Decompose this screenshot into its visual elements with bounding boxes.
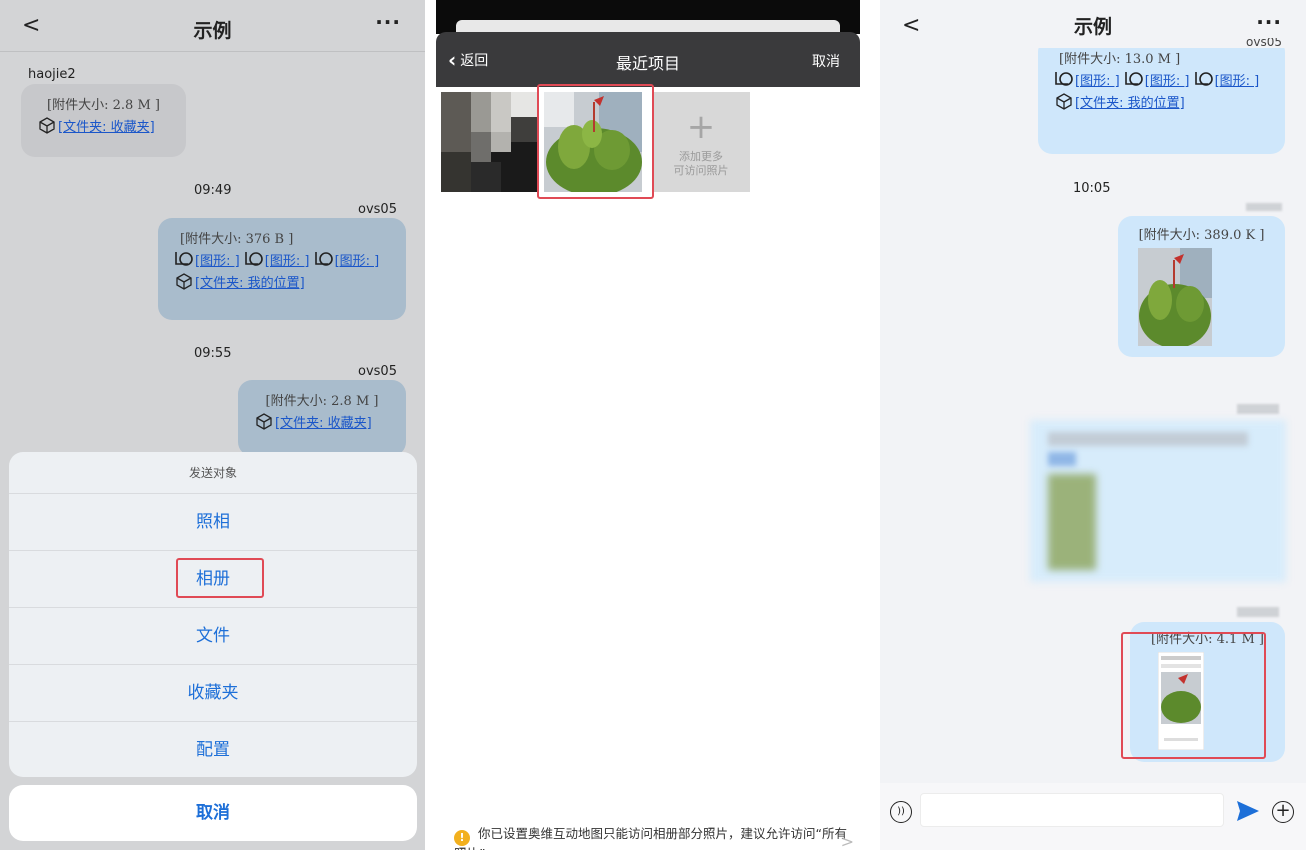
more-button[interactable]: ··· <box>1256 10 1282 34</box>
chat-area: [附件大小: 13.0 M ] [图形: ] [图形: ] [图形: ] [文件… <box>880 0 1306 783</box>
more-button[interactable]: ··· <box>375 10 401 34</box>
message-input[interactable] <box>920 793 1224 827</box>
attachment-size: [附件大小: 2.8 M ] <box>47 98 160 113</box>
picker-nav-bar: ‹ 返回 最近项目 取消 <box>436 32 860 87</box>
shape-link[interactable]: [图形: ] <box>195 254 240 269</box>
sheet-item-favorites[interactable]: 收藏夹 <box>9 665 417 722</box>
warning-icon: ! <box>454 830 470 846</box>
nav-bar: < 示例 ··· <box>0 0 425 52</box>
sheet-title: 发送对象 <box>9 452 417 494</box>
voice-icon[interactable]: )) <box>890 801 912 823</box>
send-action-sheet: 发送对象 照相 相册 文件 收藏夹 配置 <box>9 452 417 777</box>
blurred-image <box>1048 474 1096 570</box>
shape-icon <box>1194 70 1214 88</box>
shape-link[interactable]: [图形: ] <box>1215 74 1260 89</box>
blurred-sender-name <box>1237 404 1279 414</box>
sender-name: haojie2 <box>28 67 76 82</box>
folder-box-icon <box>37 116 57 134</box>
add-more-label: 添加更多 <box>679 150 723 163</box>
message-bubble[interactable]: [附件大小: 389.0 K ] <box>1118 216 1285 357</box>
cancel-button[interactable]: 取消 <box>812 51 840 71</box>
folder-link[interactable]: [文件夹: 我的位置] <box>195 276 305 291</box>
shape-icon <box>174 250 194 268</box>
sheet-item-file[interactable]: 文件 <box>9 608 417 665</box>
attachment-size: [附件大小: 389.0 K ] <box>1138 228 1265 243</box>
notice-text: 你已设置奥维互动地图只能访问相册部分照片，建议允许访问“所有照片” <box>454 826 847 850</box>
nav-bar: < 示例 ··· ovs05 <box>880 0 1306 48</box>
add-more-sublabel: 可访问照片 <box>673 164 729 177</box>
blurred-sender-name <box>1237 607 1279 617</box>
limited-access-notice[interactable]: !你已设置奥维互动地图只能访问相册部分照片，建议允许访问“所有照片” > <box>454 826 854 850</box>
blurred-text <box>1048 432 1248 446</box>
folder-link[interactable]: [文件夹: 收藏夹] <box>275 416 372 431</box>
send-icon[interactable] <box>1234 797 1262 825</box>
message-bubble[interactable]: [附件大小: 2.8 M ] [文件夹: 收藏夹] <box>238 380 406 456</box>
plus-icon: + <box>686 107 716 147</box>
cancel-button[interactable]: 取消 <box>9 785 417 841</box>
timestamp: 09:49 <box>194 183 232 198</box>
timestamp: 10:05 <box>1073 181 1111 196</box>
add-icon[interactable]: + <box>1272 801 1294 823</box>
message-bubble[interactable]: [附件大小: 376 B ] [图形: ] [图形: ] [图形: ] [文件夹… <box>158 218 406 320</box>
message-bubble[interactable]: [附件大小: 13.0 M ] [图形: ] [图形: ] [图形: ] [文件… <box>1038 38 1285 154</box>
blurred-link <box>1048 452 1076 466</box>
attachment-size: [附件大小: 2.8 M ] <box>265 394 379 409</box>
blurred-sender-name <box>1246 203 1282 211</box>
shape-link[interactable]: [图形: ] <box>335 254 380 269</box>
folder-link[interactable]: [文件夹: 我的位置] <box>1075 96 1185 111</box>
highlight-box <box>1121 632 1266 759</box>
photo-thumbnail[interactable] <box>441 92 539 192</box>
shape-icon <box>1054 70 1074 88</box>
highlight-box <box>537 84 654 199</box>
folder-box-icon <box>174 272 194 290</box>
page-title: 示例 <box>193 20 232 42</box>
photo-picker-screen: ‹ 返回 最近项目 取消 + 添加更多 可访问照片 ! 你已设置奥维互动地图只能… <box>436 0 860 850</box>
timestamp: 09:55 <box>194 346 232 361</box>
sheet-item-camera[interactable]: 照相 <box>9 494 417 551</box>
input-bar: )) + <box>880 783 1306 850</box>
shape-icon <box>244 250 264 268</box>
chevron-right-icon: > <box>840 832 854 850</box>
chat-screen-with-send-sheet: < 示例 ··· haojie2 [附件大小: 2.8 M ] [文件夹: 收藏… <box>0 0 425 850</box>
shape-icon <box>314 250 334 268</box>
folder-box-icon <box>1054 92 1074 110</box>
page-title: 示例 <box>1073 16 1112 38</box>
chat-screen-after-send: [附件大小: 13.0 M ] [图形: ] [图形: ] [图形: ] [文件… <box>880 0 1306 850</box>
attachment-size: [附件大小: 13.0 M ] <box>1059 52 1181 67</box>
sender-name: ovs05 <box>1246 38 1282 48</box>
sheet-item-album[interactable]: 相册 <box>9 551 417 608</box>
shape-link[interactable]: [图形: ] <box>1075 74 1120 89</box>
attachment-size: [附件大小: 376 B ] <box>180 232 294 247</box>
sender-name: ovs05 <box>358 364 397 379</box>
shape-link[interactable]: [图形: ] <box>265 254 310 269</box>
folder-box-icon <box>254 412 274 430</box>
folder-link[interactable]: [文件夹: 收藏夹] <box>58 120 155 135</box>
highlight-box <box>176 558 264 598</box>
shape-icon <box>1124 70 1144 88</box>
message-bubble[interactable]: [附件大小: 2.8 M ] [文件夹: 收藏夹] <box>21 84 186 157</box>
shape-link[interactable]: [图形: ] <box>1145 74 1190 89</box>
plant-photo-image[interactable] <box>1138 248 1212 348</box>
sender-name: ovs05 <box>358 202 397 217</box>
add-more-photos-button[interactable]: + 添加更多 可访问照片 <box>652 92 750 192</box>
picker-title: 最近项目 <box>615 54 680 73</box>
sheet-item-config[interactable]: 配置 <box>9 722 417 777</box>
status-area <box>436 0 860 38</box>
pixelated-photo-image <box>441 92 539 192</box>
